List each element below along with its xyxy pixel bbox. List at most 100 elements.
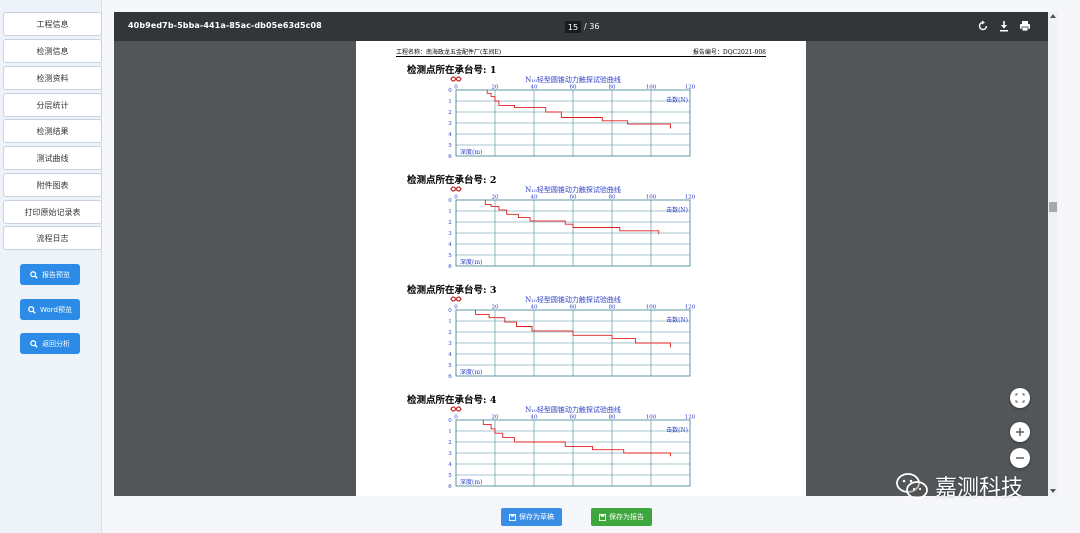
- chart-title: N₁₀轻型圆锥动力触探试验曲线: [525, 295, 621, 304]
- y-tick-label: 3: [448, 451, 452, 457]
- save-icon: [599, 513, 606, 521]
- nav-item-layer-stats[interactable]: 分层统计: [3, 93, 102, 117]
- test-section-1: 检测点所在承台号: 1 N₁₀轻型圆锥动力触探试验曲线 0 20 40 60 80 100 1…: [356, 62, 806, 172]
- nav-item-print-records[interactable]: 打印原始记录表: [3, 200, 102, 224]
- x-tick-label: 80: [609, 415, 616, 421]
- nav-label: 附件图表: [36, 180, 69, 190]
- x-tick-label: 0: [454, 195, 458, 201]
- x-tick-label: 100: [646, 195, 657, 201]
- y-tick-label: 2: [448, 220, 452, 226]
- y-tick-label: 6: [448, 264, 452, 270]
- report-number: 报告编号：DQC2021-008: [692, 49, 766, 56]
- zoom-in-button[interactable]: [1010, 422, 1030, 442]
- test-section-4: 检测点所在承台号: 4 N₁₀轻型圆锥动力触探试验曲线 0 20 40 60 80 100 1…: [356, 392, 806, 496]
- zoom-out-button[interactable]: [1010, 448, 1030, 468]
- dpt-curve-chart-4: N₁₀轻型圆锥动力触探试验曲线 0 20 40 60 80 100 120 0 1 2 3 4 5 6 击数(…: [448, 405, 696, 490]
- search-icon: [28, 305, 36, 314]
- bottom-action-bar: 保存为草稿 保存为报告: [103, 497, 1080, 533]
- y-tick-label: 2: [448, 440, 452, 446]
- sidebar: 工程信息 检测信息 检测资料 分层统计 检测结果 测试曲线 附件图表 打印原始记…: [0, 0, 102, 533]
- document-id: 40b9ed7b-5bba-441a-85ac-db05e63d5c08: [128, 21, 322, 30]
- x-tick-label: 40: [531, 415, 538, 421]
- y-axis-label: 深度(m): [460, 258, 482, 266]
- pdf-viewer: 40b9ed7b-5bba-441a-85ac-db05e63d5c08 15 …: [114, 12, 1048, 496]
- test-section-3: 检测点所在承台号: 3 N₁₀轻型圆锥动力触探试验曲线 0 20 40 60 80 100 1…: [356, 282, 806, 392]
- app-root: 工程信息 检测信息 检测资料 分层统计 检测结果 测试曲线 附件图表 打印原始记…: [0, 0, 1080, 533]
- y-axis-label: 深度(m): [460, 478, 482, 486]
- y-axis-label: 深度(m): [460, 368, 482, 376]
- print-icon[interactable]: [1019, 20, 1031, 32]
- return-analysis-label: 返回分析: [42, 339, 70, 348]
- nav-label: 检测信息: [36, 46, 69, 56]
- x-axis-label: 击数(N): [666, 316, 688, 324]
- report-preview-button[interactable]: 报告预览: [20, 264, 80, 285]
- y-tick-label: 5: [448, 473, 452, 479]
- watermark-text: 嘉测科技: [935, 476, 1024, 501]
- x-axis-label: 击数(N): [666, 96, 688, 104]
- dpt-curve-chart-2: N₁₀轻型圆锥动力触探试验曲线 0 20 40 60 80 100 120 0 1 2 3 4 5 6 击数(…: [448, 185, 696, 270]
- y-axis-label: 深度(m): [460, 148, 482, 156]
- nav-item-test-curves[interactable]: 测试曲线: [3, 146, 102, 170]
- y-tick-label: 4: [448, 132, 452, 138]
- x-tick-label: 20: [492, 85, 499, 91]
- x-tick-label: 20: [492, 305, 499, 311]
- search-icon: [30, 339, 38, 348]
- wechat-watermark: 嘉测科技: [895, 470, 1023, 502]
- nav-item-project-info[interactable]: 工程信息: [3, 12, 102, 36]
- nav-label: 检测结果: [36, 126, 69, 136]
- save-icon: [509, 513, 516, 521]
- x-tick-label: 120: [685, 195, 696, 201]
- dpt-curve-chart-3: N₁₀轻型圆锥动力触探试验曲线 0 20 40 60 80 100 120 0 1 2 3 4 5 6 击数(…: [448, 295, 696, 380]
- nav-item-process-log[interactable]: 流程日志: [3, 226, 102, 250]
- y-tick-label: 5: [448, 363, 452, 369]
- download-icon[interactable]: [998, 20, 1010, 32]
- save-draft-label: 保存为草稿: [519, 513, 554, 521]
- scroll-up-arrow-icon[interactable]: [1050, 14, 1056, 18]
- nav-label: 打印原始记录表: [24, 207, 81, 217]
- x-tick-label: 40: [531, 85, 538, 91]
- data-series-line: [484, 200, 660, 235]
- y-tick-label: 4: [448, 242, 452, 248]
- scroll-down-arrow-icon[interactable]: [1050, 489, 1056, 493]
- nav-label: 工程信息: [36, 19, 69, 29]
- nav-item-inspection-info[interactable]: 检测信息: [3, 39, 102, 63]
- fit-icon: [1015, 393, 1025, 403]
- dpt-curve-chart-1: N₁₀轻型圆锥动力触探试验曲线 0 20 40 60 80 100 120 0 1 2 3 4 5 6 击数(…: [448, 75, 695, 160]
- y-tick-label: 0: [448, 308, 452, 314]
- page-scrollbar[interactable]: [1048, 12, 1058, 496]
- x-tick-label: 100: [646, 305, 657, 311]
- x-tick-label: 0: [454, 305, 458, 311]
- word-preview-label: Word预览: [40, 305, 72, 314]
- report-preview-label: 报告预览: [42, 270, 70, 279]
- y-tick-label: 6: [448, 154, 452, 160]
- page-number-input[interactable]: 15: [565, 21, 581, 33]
- fit-page-button[interactable]: [1010, 388, 1030, 408]
- x-tick-label: 80: [609, 195, 616, 201]
- x-tick-label: 120: [685, 305, 696, 311]
- word-preview-button[interactable]: Word预览: [20, 299, 80, 320]
- nav-label: 分层统计: [36, 100, 69, 110]
- current-page: 15: [567, 22, 579, 32]
- y-tick-label: 2: [448, 330, 452, 336]
- x-tick-label: 20: [492, 415, 499, 421]
- save-report-button[interactable]: 保存为报告: [591, 508, 652, 526]
- x-tick-label: 120: [685, 415, 696, 421]
- save-draft-button[interactable]: 保存为草稿: [501, 508, 562, 526]
- project-name: 工程名称：南海政龙五金配件厂(车间E): [396, 49, 502, 56]
- chart-title: N₁₀轻型圆锥动力触探试验曲线: [525, 405, 621, 414]
- y-tick-label: 3: [448, 341, 452, 347]
- nav-label: 流程日志: [36, 233, 69, 243]
- y-tick-label: 3: [448, 231, 452, 237]
- scroll-thumb[interactable]: [1049, 202, 1057, 212]
- x-tick-label: 60: [570, 305, 577, 311]
- nav-item-results[interactable]: 检测结果: [3, 119, 102, 143]
- rotate-icon[interactable]: [977, 20, 989, 32]
- y-tick-label: 5: [448, 143, 452, 149]
- nav-item-inspection-data[interactable]: 检测资料: [3, 66, 102, 90]
- x-tick-label: 40: [531, 305, 538, 311]
- return-analysis-button[interactable]: 返回分析: [20, 333, 80, 354]
- x-tick-label: 60: [570, 85, 577, 91]
- nav-item-attachments[interactable]: 附件图表: [3, 173, 102, 197]
- wechat-icon: [896, 473, 928, 499]
- viewer-toolbar: 40b9ed7b-5bba-441a-85ac-db05e63d5c08 15 …: [114, 12, 1048, 41]
